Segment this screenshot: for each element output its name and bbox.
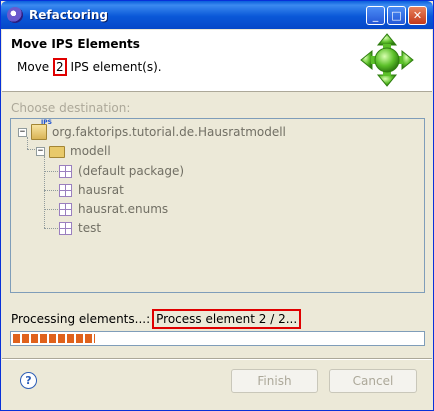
tree-item-label: hausrat [78,183,124,197]
tree-item-label: test [78,221,102,235]
destination-tree[interactable]: − org.faktorips.tutorial.de.Hausratmodel… [10,118,425,293]
tree-item-hausrat-enums[interactable]: hausrat.enums [59,200,168,218]
minimize-button[interactable]: _ [366,6,385,25]
wizard-header: Move IPS Elements Move 2 IPS element(s). [2,30,432,92]
tree-item-label: hausrat.enums [78,202,169,216]
tree-item-label: (default package) [78,164,185,178]
refactoring-dialog: Refactoring _ □ ✕ Move IPS Elements Move… [0,0,434,411]
maximize-button[interactable]: □ [387,6,406,25]
tree-item-project[interactable]: − org.faktorips.tutorial.de.Hausratmodel… [18,119,286,141]
progress-status: Process element 2 / 2... [152,309,302,329]
message-suffix: IPS element(s). [66,60,162,74]
package-icon [59,202,72,216]
help-icon[interactable]: ? [20,372,37,389]
wizard-message: Move 2 IPS element(s). [17,58,162,76]
tree-item-hausrat[interactable]: hausrat [59,181,124,199]
title-bar[interactable]: Refactoring _ □ ✕ [1,1,433,29]
wizard-title: Move IPS Elements [11,37,140,51]
package-icon [59,164,72,178]
folder-icon [49,146,65,158]
package-icon [59,221,72,235]
tree-item-modell[interactable]: − modell [36,142,111,160]
collapse-icon[interactable]: − [36,146,45,156]
progress-bar [10,331,425,346]
close-button[interactable]: ✕ [408,6,427,25]
finish-button[interactable]: Finish [231,369,318,393]
ips-project-icon [31,119,52,140]
choose-destination-label: Choose destination: [11,101,131,115]
button-separator [2,358,432,360]
cancel-button[interactable]: Cancel [329,369,417,393]
tree-item-label: org.faktorips.tutorial.de.Hausratmodell [52,125,286,139]
collapse-icon[interactable]: − [18,127,27,137]
tree-item-label: modell [70,144,111,158]
message-prefix: Move [17,60,53,74]
tree-item-test[interactable]: test [59,219,101,237]
progress-fill [13,334,95,343]
eclipse-icon [7,7,23,23]
progress-label: Processing elements...: [11,312,151,326]
progress-label-row: Processing elements...: Process element 2… [11,309,302,329]
move-arrows-icon [360,33,414,87]
element-count: 2 [53,58,67,76]
tree-item-default-package[interactable]: (default package) [59,162,184,180]
package-icon [59,183,72,197]
window-title: Refactoring [29,8,108,22]
